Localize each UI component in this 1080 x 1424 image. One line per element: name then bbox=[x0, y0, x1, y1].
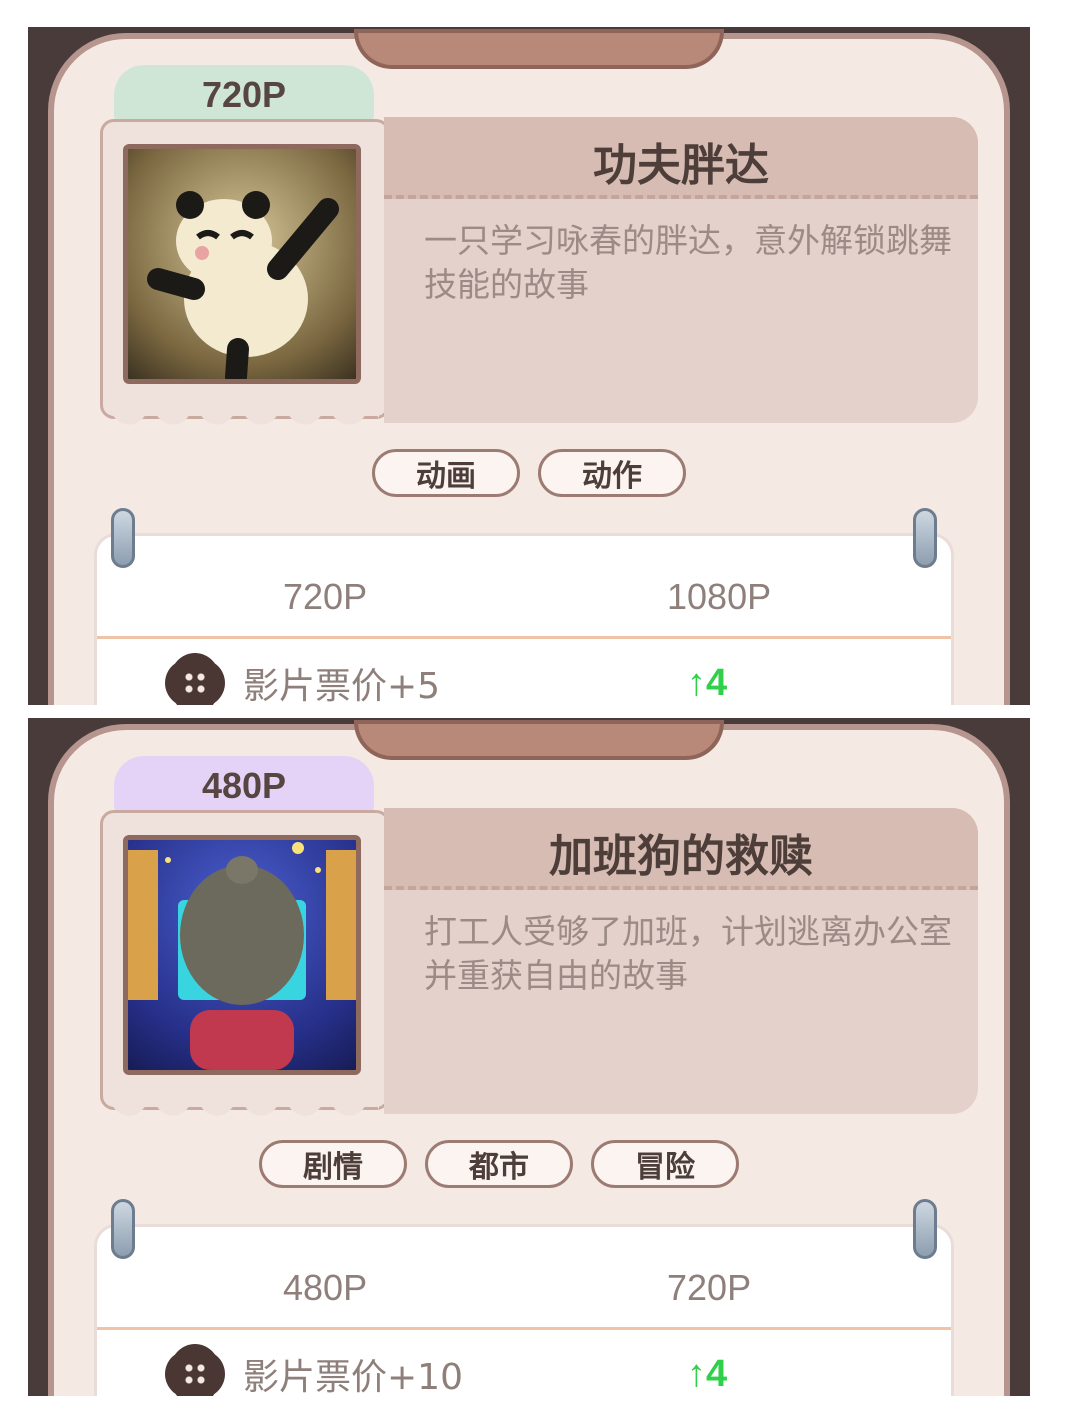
paper-clip-icon bbox=[111, 1199, 135, 1259]
header-divider bbox=[97, 1327, 951, 1330]
header-divider bbox=[97, 636, 951, 639]
title-band: 功夫胖达 bbox=[384, 117, 978, 199]
movie-card: 480P 加班狗的救赎 打工人受够了加班，计划逃离办公室并重获自由的故事 剧情 … bbox=[48, 720, 1010, 1396]
movie-upgrade-panel: 720P 功夫胖达 一只学习咏春的胖达，意外解锁跳舞技能的故事 动画 动作 72… bbox=[28, 27, 1030, 705]
office-worker-icon bbox=[128, 842, 356, 1070]
panda-icon bbox=[147, 191, 339, 379]
stat-change: ↑4 bbox=[687, 662, 728, 704]
movie-upgrade-panel: 480P 加班狗的救赎 打工人受够了加班，计划逃离办公室并重获自由的故事 剧情 … bbox=[28, 718, 1030, 1396]
stat-label: 影片票价+10 bbox=[243, 1357, 463, 1396]
poster-frame bbox=[100, 810, 390, 1123]
genre-tag[interactable]: 剧情 bbox=[259, 1140, 407, 1188]
movie-description: 打工人受够了加班，计划逃离办公室并重获自由的故事 bbox=[424, 912, 952, 995]
movie-card: 720P 功夫胖达 一只学习咏春的胖达，意外解锁跳舞技能的故事 动画 动作 72… bbox=[48, 29, 1010, 705]
ticket-gear-icon bbox=[169, 657, 221, 705]
upgrade-stats-table: 480P 720P 影片票价+10 ↑4 bbox=[94, 1199, 954, 1396]
genre-tag[interactable]: 动作 bbox=[538, 449, 686, 497]
genre-tags: 动画 动作 bbox=[54, 449, 1004, 497]
title-band: 加班狗的救赎 bbox=[384, 808, 978, 890]
paper-clip-icon bbox=[913, 508, 937, 568]
stat-label: 影片票价+5 bbox=[243, 666, 441, 705]
movie-description: 一只学习咏春的胖达，意外解锁跳舞技能的故事 bbox=[424, 221, 952, 304]
movie-poster[interactable] bbox=[123, 835, 361, 1075]
movie-title: 功夫胖达 bbox=[593, 141, 769, 190]
stat-row: 影片票价+5 bbox=[169, 648, 440, 705]
paper-clip-icon bbox=[913, 1199, 937, 1259]
quality-badge: 480P bbox=[114, 756, 374, 816]
poster-frame bbox=[100, 119, 390, 432]
quality-badge: 720P bbox=[114, 65, 374, 125]
movie-info-box: 功夫胖达 一只学习咏春的胖达，意外解锁跳舞技能的故事 bbox=[384, 117, 978, 423]
movie-title: 加班狗的救赎 bbox=[549, 832, 813, 881]
stat-change: ↑4 bbox=[687, 1353, 728, 1395]
ticket-gear-icon bbox=[169, 1348, 221, 1396]
genre-tag[interactable]: 冒险 bbox=[591, 1140, 739, 1188]
poster-frame-wave bbox=[109, 406, 379, 432]
paper-clip-icon bbox=[111, 508, 135, 568]
movie-poster[interactable] bbox=[123, 144, 361, 384]
next-quality-header: 1080P bbox=[667, 576, 772, 617]
upgrade-stats-table: 720P 1080P 影片票价+5 ↑4 bbox=[94, 508, 954, 705]
genre-tags: 剧情 都市 冒险 bbox=[28, 1140, 974, 1188]
poster-frame-wave bbox=[109, 1097, 379, 1123]
genre-tag[interactable]: 都市 bbox=[425, 1140, 573, 1188]
card-top-notch bbox=[354, 720, 724, 760]
next-quality-header: 720P bbox=[667, 1267, 752, 1308]
stat-row: 影片票价+10 bbox=[169, 1339, 463, 1396]
current-quality-header: 720P bbox=[283, 576, 368, 617]
current-quality-header: 480P bbox=[283, 1267, 368, 1308]
movie-info-box: 加班狗的救赎 打工人受够了加班，计划逃离办公室并重获自由的故事 bbox=[384, 808, 978, 1114]
genre-tag[interactable]: 动画 bbox=[372, 449, 520, 497]
card-top-notch bbox=[354, 29, 724, 69]
